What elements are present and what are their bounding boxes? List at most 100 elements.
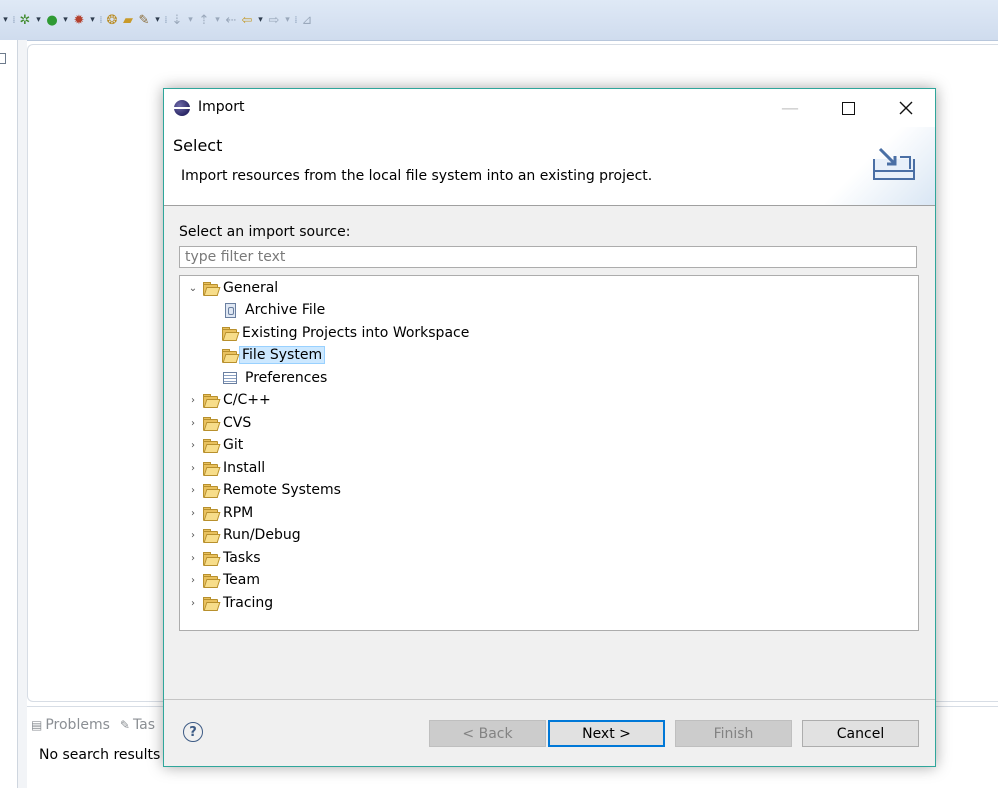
debug-dropdown-icon[interactable]: ▾ xyxy=(87,9,98,31)
tree-item-existing-projects[interactable]: Existing Projects into Workspace xyxy=(220,322,469,344)
wizard-banner xyxy=(825,127,935,205)
debug-icon[interactable]: ✹ xyxy=(71,9,87,31)
expand-chevron-icon[interactable]: › xyxy=(186,508,200,519)
tree-item-label: Team xyxy=(223,572,261,588)
eclipse-icon xyxy=(174,100,190,116)
folder-icon xyxy=(203,506,221,521)
close-button[interactable] xyxy=(877,89,935,127)
folder-icon xyxy=(203,551,221,566)
filter-input[interactable] xyxy=(179,246,917,268)
tree-item-label: General xyxy=(223,280,279,296)
sash xyxy=(18,40,27,788)
prev-annotation-icon[interactable]: ⇡ xyxy=(196,9,212,31)
folder-icon xyxy=(203,281,221,296)
tree-item-file-system[interactable]: File System xyxy=(220,344,326,366)
folder-icon xyxy=(203,528,221,543)
maximize-icon xyxy=(841,101,855,115)
forward-dropdown-icon[interactable]: ▾ xyxy=(282,9,293,31)
tree-item-cvs[interactable]: › CVS xyxy=(186,412,251,434)
new-project-icon[interactable]: ❂ xyxy=(104,9,120,31)
expand-chevron-icon[interactable]: › xyxy=(186,463,200,474)
help-icon[interactable]: ? xyxy=(183,722,203,742)
folder-icon xyxy=(203,573,221,588)
cancel-button[interactable]: Cancel xyxy=(802,720,919,747)
folder-icon xyxy=(203,461,221,476)
maximize-button[interactable] xyxy=(819,89,877,127)
back-button[interactable]: < Back xyxy=(429,720,546,747)
import-source-tree[interactable]: ⌄ General Archive File Existing Projects… xyxy=(179,275,919,631)
next-button[interactable]: Next > xyxy=(548,720,665,747)
tree-item-label: Run/Debug xyxy=(223,527,301,543)
folder-icon xyxy=(203,393,221,408)
tree-item-label: C/C++ xyxy=(223,392,271,408)
tree-item-install[interactable]: › Install xyxy=(186,457,265,479)
tab-problems[interactable]: ▤ Problems xyxy=(31,717,110,733)
expand-chevron-icon[interactable]: › xyxy=(186,530,200,541)
preferences-icon xyxy=(223,372,237,384)
collapse-chevron-icon[interactable]: ⌄ xyxy=(186,283,200,294)
problems-icon: ▤ xyxy=(31,718,43,732)
import-project-icon xyxy=(222,326,240,341)
run-icon[interactable]: ● xyxy=(44,9,60,31)
folder-icon xyxy=(203,416,221,431)
wizard-header: Select Import resources from the local f… xyxy=(164,127,935,206)
wizard-page-title: Select xyxy=(173,136,223,155)
expand-chevron-icon[interactable]: › xyxy=(186,485,200,496)
import-dialog: Import — Select Import resources from th… xyxy=(163,88,936,767)
tree-item-general[interactable]: ⌄ General xyxy=(186,277,278,299)
tree-item-label: Archive File xyxy=(245,302,326,318)
folder-icon xyxy=(203,483,221,498)
back-dropdown-icon[interactable]: ▾ xyxy=(255,9,266,31)
restore-view-icon[interactable] xyxy=(0,53,6,64)
search-results-message: No search results av xyxy=(39,747,182,763)
tree-item-team[interactable]: › Team xyxy=(186,569,260,591)
tree-item-label: Preferences xyxy=(245,370,328,386)
tree-item-rpm[interactable]: › RPM xyxy=(186,502,253,524)
tree-item-archive-file[interactable]: Archive File xyxy=(222,299,325,321)
tree-item-tasks[interactable]: › Tasks xyxy=(186,547,261,569)
import-source-label: Select an import source: xyxy=(179,224,351,240)
tree-item-git[interactable]: › Git xyxy=(186,434,243,456)
open-task-icon[interactable]: ✎ xyxy=(136,9,152,31)
run-dropdown-icon[interactable]: ▾ xyxy=(60,9,71,31)
tree-item-label: Git xyxy=(223,437,244,453)
build-icon[interactable]: ✲ xyxy=(17,9,33,31)
tree-item-remote-systems[interactable]: › Remote Systems xyxy=(186,479,341,501)
tree-item-run-debug[interactable]: › Run/Debug xyxy=(186,524,301,546)
dialog-titlebar[interactable]: Import — xyxy=(164,89,935,127)
tree-item-label-selected: File System xyxy=(239,346,326,364)
expand-chevron-icon[interactable]: › xyxy=(186,598,200,609)
import-wizard-icon xyxy=(873,147,915,180)
prev-annotation-dropdown-icon[interactable]: ▾ xyxy=(212,9,223,31)
expand-chevron-icon[interactable]: › xyxy=(186,553,200,564)
tree-item-label: Install xyxy=(223,460,266,476)
expand-chevron-icon[interactable]: › xyxy=(186,395,200,406)
folder-icon xyxy=(203,596,221,611)
task-dropdown-icon[interactable]: ▾ xyxy=(152,9,163,31)
back-icon[interactable]: ⇦ xyxy=(239,9,255,31)
tab-tasks[interactable]: ✎ Tas xyxy=(120,717,155,733)
tree-item-preferences[interactable]: Preferences xyxy=(222,367,327,389)
expand-chevron-icon[interactable]: › xyxy=(186,575,200,586)
tree-item-tracing[interactable]: › Tracing xyxy=(186,592,273,614)
archive-file-icon xyxy=(225,302,236,318)
expand-chevron-icon[interactable]: › xyxy=(186,440,200,451)
finish-button[interactable]: Finish xyxy=(675,720,792,747)
tree-item-label: Remote Systems xyxy=(223,482,341,498)
last-edit-icon[interactable]: ⇠ xyxy=(223,9,239,31)
pin-icon[interactable]: ⊿ xyxy=(299,9,315,31)
tree-item-cpp[interactable]: › C/C++ xyxy=(186,389,271,411)
tab-problems-label: Problems xyxy=(45,717,110,733)
dropdown-arrow-icon[interactable]: ▾ xyxy=(0,9,11,31)
minimize-button[interactable]: — xyxy=(761,89,819,127)
next-annotation-icon[interactable]: ⇣ xyxy=(169,9,185,31)
dialog-title: Import xyxy=(198,99,245,115)
tree-item-label: CVS xyxy=(223,415,252,431)
next-annotation-dropdown-icon[interactable]: ▾ xyxy=(185,9,196,31)
forward-icon[interactable]: ⇨ xyxy=(266,9,282,31)
footer-separator xyxy=(164,699,935,700)
expand-chevron-icon[interactable]: › xyxy=(186,418,200,429)
open-folder-icon[interactable]: ▰ xyxy=(120,9,136,31)
build-dropdown-icon[interactable]: ▾ xyxy=(33,9,44,31)
tree-item-label: Tasks xyxy=(223,550,261,566)
